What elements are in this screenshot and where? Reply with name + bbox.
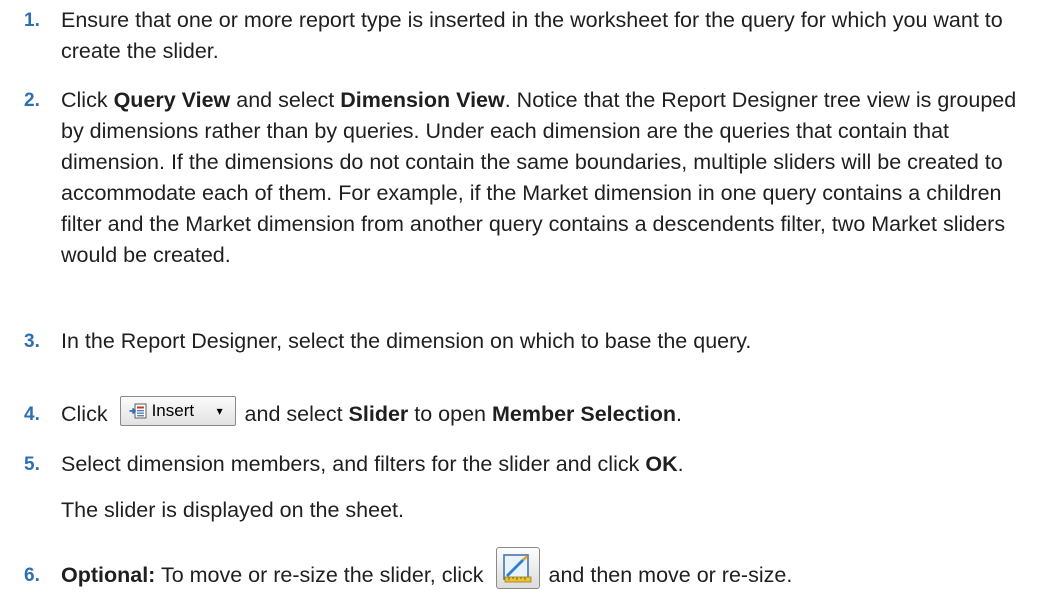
insert-button[interactable]: Insert ▾ <box>119 396 236 427</box>
ui-term-dimension-view: Dimension View <box>340 88 505 112</box>
step-result: The slider is displayed on the sheet. <box>61 498 405 522</box>
step-text: Select dimension members, and filters fo… <box>61 452 684 476</box>
step-number: 2. <box>24 90 40 111</box>
step-number: 6. <box>24 565 40 586</box>
step-text: In the Report Designer, select the dimen… <box>61 329 752 353</box>
ui-term-query-view: Query View <box>113 88 231 112</box>
step-4: 4. Click Insert ▾ and select Slider to op… <box>24 396 1027 430</box>
ui-term-ok: OK <box>645 452 678 476</box>
ui-term-slider: Slider <box>348 402 409 426</box>
step-text: Click Insert ▾ and select Slider to open … <box>61 396 1027 430</box>
step-number: 5. <box>24 454 40 475</box>
design-mode-button[interactable] <box>495 547 540 590</box>
procedure-document: 1. Ensure that one or more report type i… <box>0 0 1037 599</box>
step-5: 5. Select dimension members, and filters… <box>24 449 1027 526</box>
step-text: Click Query View and select Dimension Vi… <box>61 88 1017 267</box>
chevron-down-icon: ▾ <box>216 404 223 419</box>
step-1: 1. Ensure that one or more report type i… <box>24 5 1027 67</box>
insert-button-label: Insert <box>151 401 195 421</box>
design-mode-icon <box>502 554 531 583</box>
step-number: 1. <box>24 10 40 31</box>
step-text: Optional: To move or re-size the slider,… <box>61 547 1027 591</box>
step-number: 3. <box>24 331 40 352</box>
step-number: 4. <box>24 404 40 425</box>
step-2: 2. Click Query View and select Dimension… <box>24 85 1027 271</box>
step-6: 6. Optional: To move or re-size the slid… <box>24 547 1027 591</box>
step-text: Ensure that one or more report type is i… <box>61 8 1003 63</box>
ui-term-member-selection: Member Selection <box>491 402 676 426</box>
ui-term-optional: Optional: <box>61 563 156 587</box>
insert-report-icon <box>129 403 147 419</box>
step-3: 3. In the Report Designer, select the di… <box>24 326 1027 357</box>
